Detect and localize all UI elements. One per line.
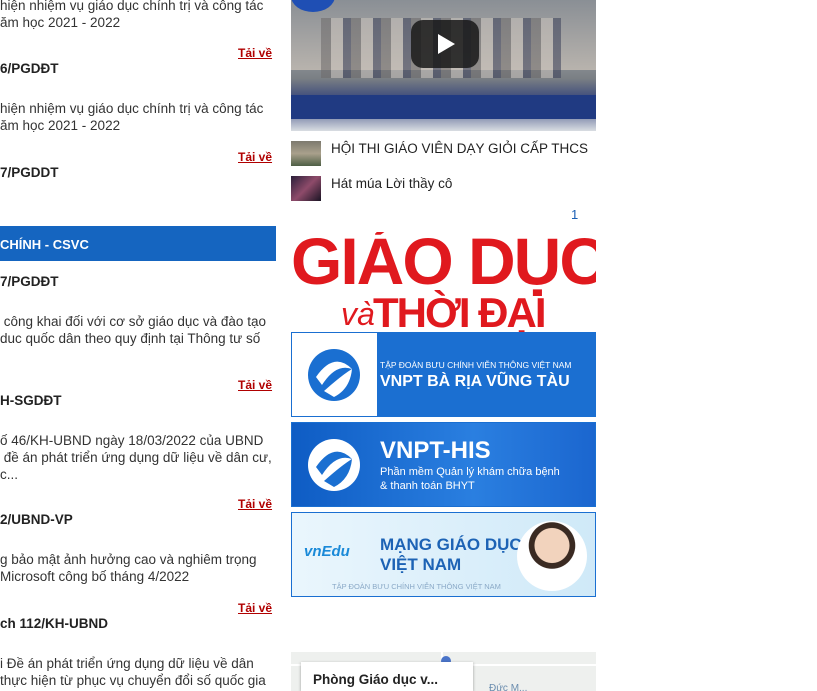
- document-description: ố 46/KH-UBND ngày 18/03/2022 của UBND đề…: [0, 433, 272, 482]
- map-street-label: Đức M...: [489, 683, 528, 691]
- vnedu-logo: vnEdu: [304, 543, 350, 560]
- vnedu-banner[interactable]: vnEdu MẠNG GIÁO DỤC VIỆT NAM TẬP ĐOÀN BƯ…: [291, 512, 596, 597]
- document-description: i Đề án phát triển ứng dụng dữ liệu về d…: [0, 656, 266, 688]
- document-description: hiện nhiệm vụ giáo dục chính trị và công…: [0, 101, 264, 133]
- document-description: hiện nhiệm vụ giáo dục chính trị và công…: [0, 0, 264, 30]
- vnpt-logo-icon: [308, 349, 360, 401]
- download-link[interactable]: Tải về: [238, 46, 272, 60]
- map-place-name: Phòng Giáo dục v...: [313, 672, 439, 687]
- vnpt-his-logo-icon: [308, 439, 360, 491]
- video-list-item[interactable]: HỘI THI GIÁO VIÊN DẠY GIỎI CẤP THCS: [291, 140, 596, 166]
- video-player[interactable]: [291, 0, 596, 131]
- download-link[interactable]: Tải về: [238, 150, 272, 164]
- document-code[interactable]: 2/UBND-VP: [0, 511, 73, 528]
- vnpt-his-title: VNPT-HIS: [380, 437, 491, 464]
- map-embed[interactable]: Phòng Giáo dục v... Đức M...: [291, 652, 596, 691]
- gddt-banner[interactable]: GIÁO DỤC và THỜI ĐẠI: [291, 232, 596, 332]
- student-image: [517, 521, 587, 591]
- vnpt-brvt-title: VNPT BÀ RỊA VŨNG TÀU: [380, 373, 570, 390]
- map-place-card[interactable]: Phòng Giáo dục v...: [301, 662, 473, 691]
- vnpt-brvt-banner[interactable]: TẬP ĐOÀN BƯU CHÍNH VIỄN THÔNG VIỆT NAM V…: [291, 332, 596, 417]
- document-code[interactable]: H-SGDĐT: [0, 392, 62, 409]
- document-code[interactable]: 7/PGDDT: [0, 164, 59, 181]
- video-title[interactable]: Hát múa Lời thầy cô: [331, 176, 452, 191]
- document-code[interactable]: 7/PGDĐT: [0, 273, 59, 290]
- gddt-logo-line1: GIÁO DỤC: [291, 232, 596, 298]
- video-list-item[interactable]: Hát múa Lời thầy cô: [291, 175, 596, 201]
- vnedu-title: MẠNG GIÁO DỤC: [380, 535, 522, 554]
- document-description: công khai đối với cơ sở giáo dục và đào …: [0, 314, 266, 346]
- download-link[interactable]: Tải về: [238, 601, 272, 615]
- document-description: g bảo mật ảnh hưởng cao và nghiêm trọng …: [0, 552, 257, 584]
- pagination-page[interactable]: 1: [571, 207, 578, 222]
- vnpt-group-text: TẬP ĐOÀN BƯU CHÍNH VIỄN THÔNG VIỆT NAM: [380, 360, 572, 370]
- gddt-logo-line2: THỜI ĐẠI: [373, 289, 546, 333]
- video-thumbnail-stage-banner: [291, 95, 596, 119]
- download-link[interactable]: Tải về: [238, 378, 272, 392]
- document-code[interactable]: 6/PGDĐT: [0, 60, 59, 77]
- section-title: CHÍNH - CSVC: [0, 237, 89, 252]
- download-link[interactable]: Tải về: [238, 497, 272, 511]
- video-title[interactable]: HỘI THI GIÁO VIÊN DẠY GIỎI CẤP THCS: [331, 141, 588, 156]
- document-code[interactable]: ch 112/KH-UBND: [0, 615, 108, 632]
- play-icon: [438, 34, 455, 54]
- play-button[interactable]: [411, 20, 479, 68]
- vnedu-footer: TẬP ĐOÀN BƯU CHÍNH VIỄN THÔNG VIỆT NAM: [332, 582, 501, 591]
- vnpt-his-banner[interactable]: VNPT-HIS Phần mềm Quản lý khám chữa bệnh…: [291, 422, 596, 507]
- vnpt-his-subtitle: & thanh toán BHYT: [380, 480, 475, 492]
- video-thumbnail: [291, 176, 321, 201]
- vnpt-his-subtitle: Phần mềm Quản lý khám chữa bệnh: [380, 466, 560, 478]
- video-thumbnail: [291, 141, 321, 166]
- gddt-logo-va: và: [341, 296, 375, 332]
- vnedu-title: VIỆT NAM: [380, 555, 462, 574]
- section-header-bar[interactable]: CHÍNH - CSVC: [0, 226, 276, 261]
